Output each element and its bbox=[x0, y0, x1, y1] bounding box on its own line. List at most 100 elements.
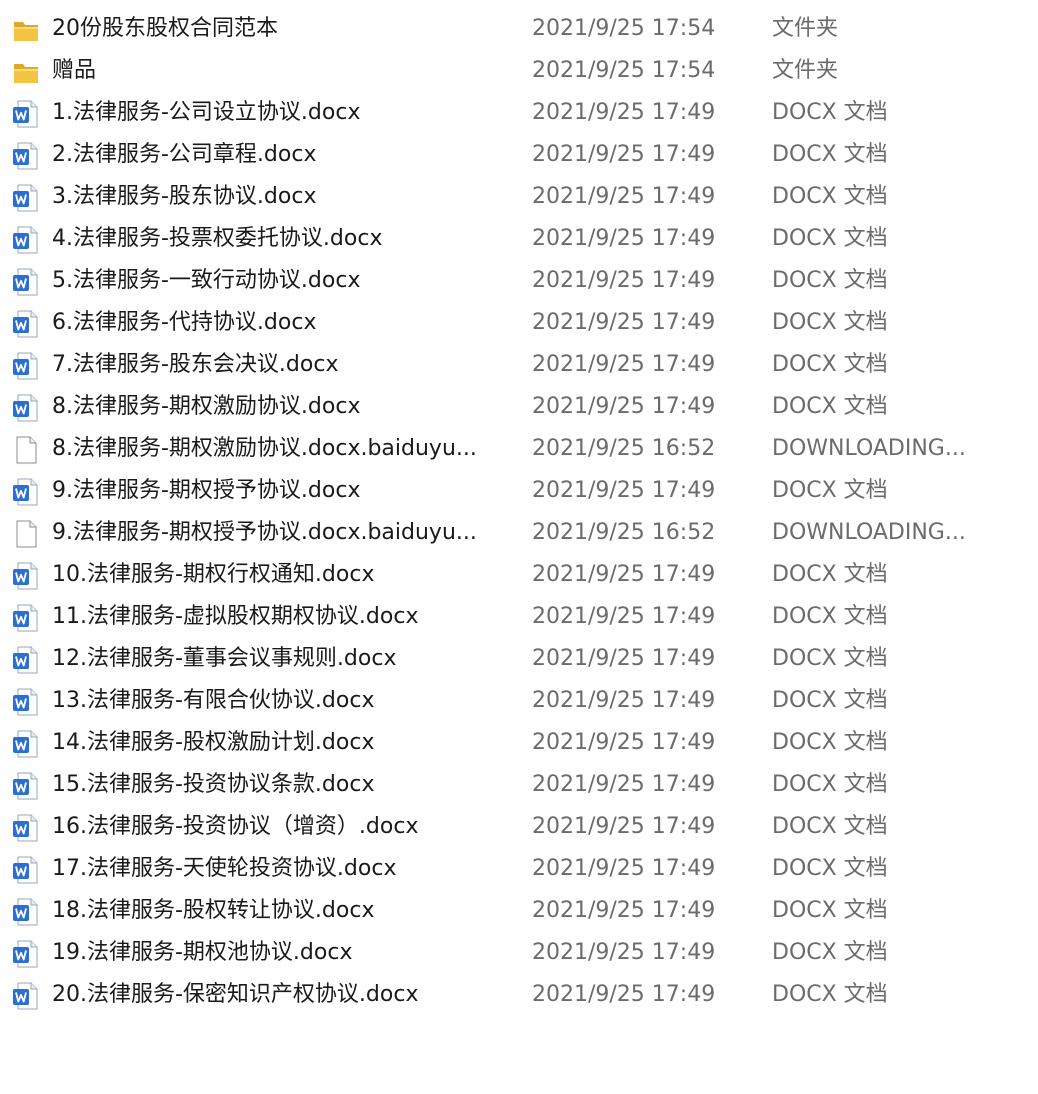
file-type: 文件夹 bbox=[772, 58, 839, 83]
docx-icon bbox=[12, 771, 40, 801]
docx-icon bbox=[12, 855, 40, 885]
file-row[interactable]: 11.法律服务-虚拟股权期权协议.docx 2021/9/25 17:49 DOCX… bbox=[0, 596, 1038, 638]
file-row[interactable]: 10.法律服务-期权行权通知.docx 2021/9/25 17:49 DOCX 文… bbox=[0, 554, 1038, 596]
docx-icon bbox=[12, 267, 40, 297]
file-name: 20份股东股权合同范本 bbox=[52, 16, 278, 41]
file-name: 2.法律服务-公司章程.docx bbox=[52, 142, 317, 167]
file-name: 4.法律服务-投票权委托协议.docx bbox=[52, 226, 383, 251]
file-type: DOCX 文档 bbox=[772, 688, 888, 713]
file-row[interactable]: 8.法律服务-期权激励协议.docx 2021/9/25 17:49 DOCX 文档 bbox=[0, 386, 1038, 428]
file-date-modified: 2021/9/25 16:52 bbox=[532, 520, 716, 545]
docx-icon bbox=[12, 687, 40, 717]
file-type: DOCX 文档 bbox=[772, 604, 888, 629]
docx-icon bbox=[12, 603, 40, 633]
file-type: DOCX 文档 bbox=[772, 562, 888, 587]
file-type: DOCX 文档 bbox=[772, 478, 888, 503]
file-name: 18.法律服务-股权转让协议.docx bbox=[52, 898, 375, 923]
file-row[interactable]: 8.法律服务-期权激励协议.docx.baiduyu... 2021/9/25 1… bbox=[0, 428, 1038, 470]
file-name: 19.法律服务-期权池协议.docx bbox=[52, 940, 353, 965]
file-type: DOCX 文档 bbox=[772, 226, 888, 251]
file-row[interactable]: 19.法律服务-期权池协议.docx 2021/9/25 17:49 DOCX 文档 bbox=[0, 932, 1038, 974]
file-type: DOCX 文档 bbox=[772, 184, 888, 209]
file-name: 赠品 bbox=[52, 58, 97, 83]
docx-icon bbox=[12, 351, 40, 381]
file-row[interactable]: 2.法律服务-公司章程.docx 2021/9/25 17:49 DOCX 文档 bbox=[0, 134, 1038, 176]
docx-icon bbox=[12, 645, 40, 675]
file-name: 5.法律服务-一致行动协议.docx bbox=[52, 268, 361, 293]
file-date-modified: 2021/9/25 17:49 bbox=[532, 310, 716, 335]
docx-icon bbox=[12, 981, 40, 1011]
file-row[interactable]: 12.法律服务-董事会议事规则.docx 2021/9/25 17:49 DOCX … bbox=[0, 638, 1038, 680]
file-row[interactable]: 9.法律服务-期权授予协议.docx.baiduyu... 2021/9/25 1… bbox=[0, 512, 1038, 554]
file-name: 17.法律服务-天使轮投资协议.docx bbox=[52, 856, 397, 881]
file-name: 10.法律服务-期权行权通知.docx bbox=[52, 562, 375, 587]
file-name: 12.法律服务-董事会议事规则.docx bbox=[52, 646, 397, 671]
file-row[interactable]: 18.法律服务-股权转让协议.docx 2021/9/25 17:49 DOCX 文… bbox=[0, 890, 1038, 932]
file-date-modified: 2021/9/25 17:49 bbox=[532, 730, 716, 755]
folder-icon bbox=[12, 15, 40, 45]
file-type: DOCX 文档 bbox=[772, 310, 888, 335]
file-row[interactable]: 6.法律服务-代持协议.docx 2021/9/25 17:49 DOCX 文档 bbox=[0, 302, 1038, 344]
file-name: 20.法律服务-保密知识产权协议.docx bbox=[52, 982, 419, 1007]
file-date-modified: 2021/9/25 17:49 bbox=[532, 604, 716, 629]
file-name: 8.法律服务-期权激励协议.docx bbox=[52, 394, 361, 419]
docx-icon bbox=[12, 99, 40, 129]
file-type: DOCX 文档 bbox=[772, 940, 888, 965]
file-date-modified: 2021/9/25 17:49 bbox=[532, 100, 716, 125]
file-date-modified: 2021/9/25 17:49 bbox=[532, 982, 716, 1007]
file-date-modified: 2021/9/25 17:49 bbox=[532, 646, 716, 671]
file-date-modified: 2021/9/25 17:49 bbox=[532, 352, 716, 377]
file-type: DOCX 文档 bbox=[772, 898, 888, 923]
file-row[interactable]: 17.法律服务-天使轮投资协议.docx 2021/9/25 17:49 DOCX … bbox=[0, 848, 1038, 890]
docx-icon bbox=[12, 729, 40, 759]
file-type: DOCX 文档 bbox=[772, 982, 888, 1007]
file-name: 13.法律服务-有限合伙协议.docx bbox=[52, 688, 375, 713]
file-date-modified: 2021/9/25 17:54 bbox=[532, 16, 716, 41]
file-type: DOCX 文档 bbox=[772, 352, 888, 377]
file-row[interactable]: 14.法律服务-股权激励计划.docx 2021/9/25 17:49 DOCX 文… bbox=[0, 722, 1038, 764]
docx-icon bbox=[12, 393, 40, 423]
file-type: DOCX 文档 bbox=[772, 394, 888, 419]
file-type: DOCX 文档 bbox=[772, 100, 888, 125]
file-type: DOCX 文档 bbox=[772, 142, 888, 167]
file-date-modified: 2021/9/25 17:49 bbox=[532, 856, 716, 881]
file-row[interactable]: 7.法律服务-股东会决议.docx 2021/9/25 17:49 DOCX 文档 bbox=[0, 344, 1038, 386]
file-row[interactable]: 5.法律服务-一致行动协议.docx 2021/9/25 17:49 DOCX 文档 bbox=[0, 260, 1038, 302]
file-date-modified: 2021/9/25 16:52 bbox=[532, 436, 716, 461]
file-type: DOCX 文档 bbox=[772, 268, 888, 293]
file-row[interactable]: 13.法律服务-有限合伙协议.docx 2021/9/25 17:49 DOCX 文… bbox=[0, 680, 1038, 722]
file-row[interactable]: 赠品 2021/9/25 17:54 文件夹 bbox=[0, 50, 1038, 92]
file-date-modified: 2021/9/25 17:49 bbox=[532, 898, 716, 923]
file-row[interactable]: 20份股东股权合同范本 2021/9/25 17:54 文件夹 bbox=[0, 8, 1038, 50]
file-type: 文件夹 bbox=[772, 16, 839, 41]
docx-icon bbox=[12, 561, 40, 591]
file-row[interactable]: 1.法律服务-公司设立协议.docx 2021/9/25 17:49 DOCX 文档 bbox=[0, 92, 1038, 134]
file-type: DOCX 文档 bbox=[772, 856, 888, 881]
file-type: DOCX 文档 bbox=[772, 730, 888, 755]
file-name: 1.法律服务-公司设立协议.docx bbox=[52, 100, 361, 125]
file-list: 20份股东股权合同范本 2021/9/25 17:54 文件夹 赠品 2021/9/25… bbox=[0, 8, 1038, 1016]
file-row[interactable]: 9.法律服务-期权授予协议.docx 2021/9/25 17:49 DOCX 文档 bbox=[0, 470, 1038, 512]
file-date-modified: 2021/9/25 17:49 bbox=[532, 184, 716, 209]
file-row[interactable]: 20.法律服务-保密知识产权协议.docx 2021/9/25 17:49 DOCX… bbox=[0, 974, 1038, 1016]
file-date-modified: 2021/9/25 17:49 bbox=[532, 688, 716, 713]
file-name: 15.法律服务-投资协议条款.docx bbox=[52, 772, 375, 797]
file-name: 7.法律服务-股东会决议.docx bbox=[52, 352, 339, 377]
file-row[interactable]: 15.法律服务-投资协议条款.docx 2021/9/25 17:49 DOCX 文… bbox=[0, 764, 1038, 806]
docx-icon bbox=[12, 477, 40, 507]
file-type: DOCX 文档 bbox=[772, 646, 888, 671]
file-name: 3.法律服务-股东协议.docx bbox=[52, 184, 317, 209]
blank-file-icon bbox=[12, 519, 40, 549]
docx-icon bbox=[12, 141, 40, 171]
file-date-modified: 2021/9/25 17:49 bbox=[532, 478, 716, 503]
file-name: 16.法律服务-投资协议（增资）.docx bbox=[52, 814, 419, 839]
docx-icon bbox=[12, 309, 40, 339]
file-type: DOWNLOADING... bbox=[772, 520, 966, 545]
file-row[interactable]: 16.法律服务-投资协议（增资）.docx 2021/9/25 17:49 DOCX… bbox=[0, 806, 1038, 848]
file-name: 9.法律服务-期权授予协议.docx bbox=[52, 478, 361, 503]
file-date-modified: 2021/9/25 17:49 bbox=[532, 814, 716, 839]
file-date-modified: 2021/9/25 17:49 bbox=[532, 562, 716, 587]
file-name: 14.法律服务-股权激励计划.docx bbox=[52, 730, 375, 755]
file-row[interactable]: 4.法律服务-投票权委托协议.docx 2021/9/25 17:49 DOCX 文… bbox=[0, 218, 1038, 260]
file-row[interactable]: 3.法律服务-股东协议.docx 2021/9/25 17:49 DOCX 文档 bbox=[0, 176, 1038, 218]
